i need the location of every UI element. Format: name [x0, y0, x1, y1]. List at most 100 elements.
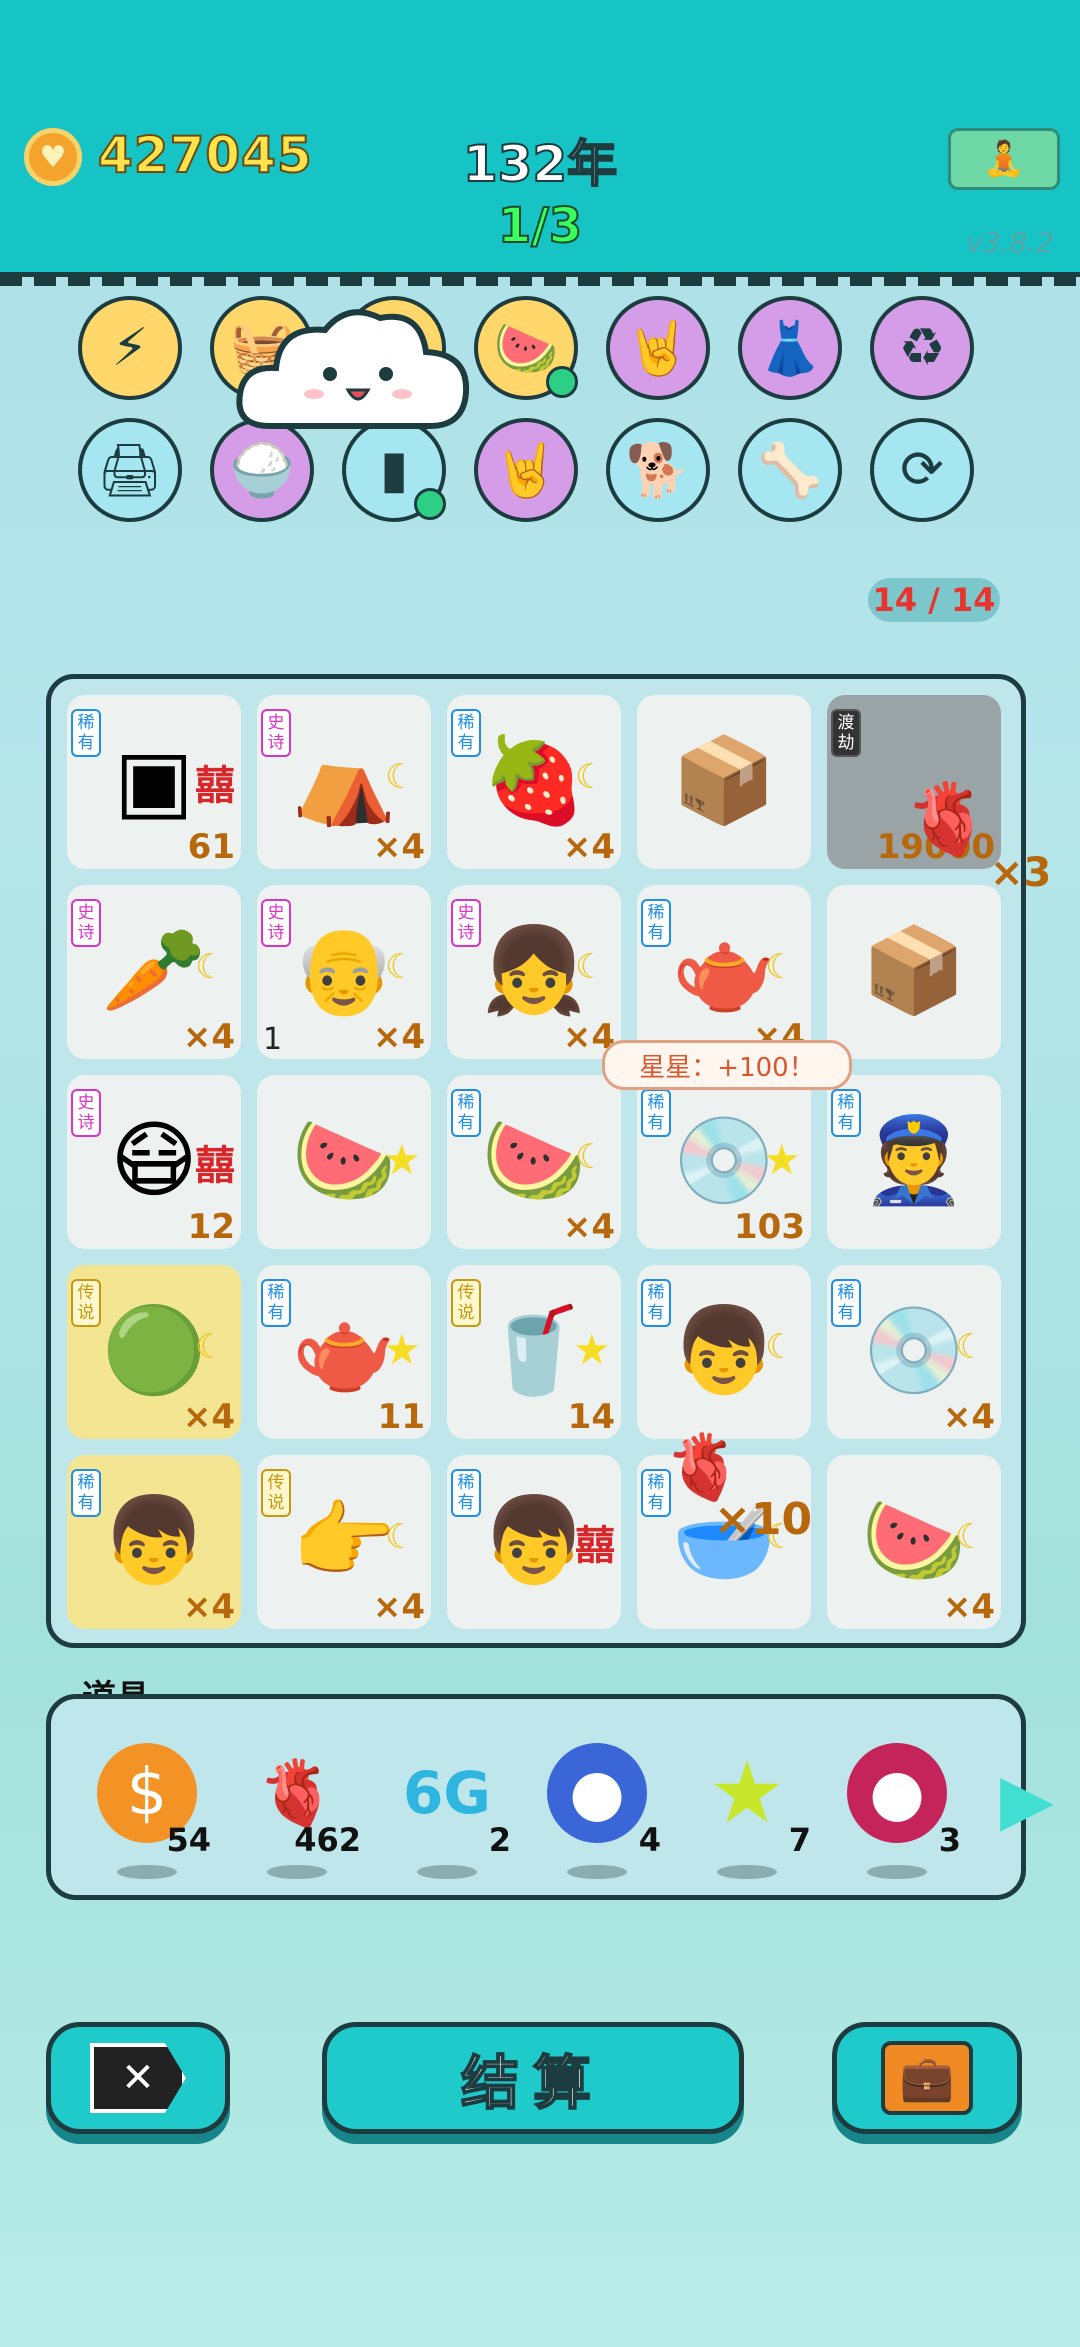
star-icon: ★	[383, 1325, 421, 1374]
board-cell[interactable]: 传说 🥤 ★ 14	[447, 1265, 621, 1439]
rock-hand-icon[interactable]: 🤘	[606, 296, 710, 400]
new-dot-icon	[546, 366, 578, 398]
item-quantity: ×4	[372, 827, 425, 867]
lightning-icon[interactable]: ⚡	[78, 296, 182, 400]
prop-item[interactable]: ★ 7	[687, 1743, 811, 1879]
board-cell[interactable]: 史诗 ⛺ ☾ ×4	[257, 695, 431, 869]
board-cell[interactable]: 史诗 😷 囍 12	[67, 1075, 241, 1249]
double-happiness-icon: 囍	[195, 1143, 235, 1189]
item-quantity: 14	[567, 1397, 615, 1437]
float-multiplier: ×10	[714, 1494, 813, 1545]
board-cell[interactable]: 稀有 💿 ☾ ×4	[827, 1265, 1001, 1439]
next-arrow-icon[interactable]: ▶	[1000, 1758, 1054, 1840]
prop-shadow	[267, 1865, 327, 1879]
slot-counter: 14 / 14	[868, 578, 1000, 622]
bag-button[interactable]: 💼	[832, 2022, 1022, 2134]
board-cell[interactable]: 稀有 🍉 ☾ ×4	[447, 1075, 621, 1249]
girl-icon: 👧	[481, 920, 587, 1019]
board-cell[interactable]: 史诗 👧 ☾ ×4	[447, 885, 621, 1059]
prop-count: 7	[788, 1821, 811, 1859]
double-happiness-icon: 囍	[195, 763, 235, 809]
item-quantity: ×4	[182, 1017, 235, 1057]
star-icon: ★	[763, 1135, 801, 1184]
teapot-icon: 🫖	[671, 920, 777, 1019]
board-cell[interactable]: 稀有 💿 ★ 103	[637, 1075, 811, 1249]
dog-bowl-icon[interactable]: 🦴	[738, 418, 842, 522]
prop-count: 462	[294, 1821, 361, 1859]
recycle-icon[interactable]: ♻	[870, 296, 974, 400]
new-dot-icon	[414, 488, 446, 520]
boy-icon: 👦	[671, 1300, 777, 1399]
board-cell[interactable]: 史诗 🥕 ☾ ×4	[67, 885, 241, 1059]
prop-item[interactable]: 6G 2	[387, 1743, 511, 1879]
box-icon: 📦	[671, 730, 777, 829]
board-cell[interactable]: 🍉 ★	[257, 1075, 431, 1249]
board-cell[interactable]: 稀有 🫖 ☾ ×4	[637, 885, 811, 1059]
board-cell[interactable]: 传说 🟢 ☾ ×4	[67, 1265, 241, 1439]
item-quantity: 11	[377, 1397, 425, 1437]
board-cell[interactable]: 稀有 👦 囍	[447, 1455, 621, 1629]
board-cell[interactable]: 📦	[827, 885, 1001, 1059]
float-multiplier: ×3	[990, 850, 1052, 896]
prop-count: 4	[638, 1821, 661, 1859]
rock-hand-icon[interactable]: 🤘	[474, 418, 578, 522]
clear-button[interactable]: ✕	[46, 2022, 230, 2134]
melon-icon: 🟢	[101, 1300, 207, 1399]
moon-icon: ☾	[955, 1517, 986, 1557]
boy-icon: 👦	[481, 1490, 587, 1589]
prop-shadow	[867, 1865, 927, 1879]
settle-button[interactable]: 结算	[322, 2022, 744, 2134]
prop-item[interactable]: ● 4	[537, 1743, 661, 1879]
prop-item[interactable]: ● 3	[837, 1743, 961, 1879]
watermelon-icon: 🍉	[481, 1110, 587, 1209]
prop-item[interactable]: 🫀 462	[237, 1743, 361, 1879]
star-icon: ★	[383, 1135, 421, 1184]
moon-icon: ☾	[575, 757, 606, 797]
top-bar: ♥ 427045 132年 1/3 🧘 v3.8.2	[0, 0, 1080, 286]
moon-icon: ☾	[575, 947, 606, 987]
board-cell[interactable]: 稀有 🫖 ★ 11	[257, 1265, 431, 1439]
prop-item[interactable]: $54	[87, 1743, 211, 1879]
carrot-icon: 🥕	[101, 920, 207, 1019]
prop-count: 2	[488, 1821, 511, 1859]
board-cell[interactable]: 史诗 👴 ☾ ×4 1	[257, 885, 431, 1059]
year-label: 132年	[462, 134, 618, 194]
liver-icon: 🫀	[904, 778, 992, 860]
meditation-button[interactable]: 🧘	[948, 128, 1060, 190]
item-quantity: 12	[187, 1207, 235, 1247]
board-cell[interactable]: 稀有 👮	[827, 1075, 1001, 1249]
skirt-icon[interactable]: 👗	[738, 296, 842, 400]
old-man-icon: 👴	[291, 920, 397, 1019]
board-cell[interactable]: 稀有 🍓 ☾ ×4	[447, 695, 621, 869]
printer-icon[interactable]: 🖨	[78, 418, 182, 522]
moon-icon: ☾	[195, 1327, 226, 1367]
item-quantity: ×4	[182, 1587, 235, 1627]
clear-icon: ✕	[90, 2043, 186, 2113]
item-quantity: ×4	[182, 1397, 235, 1437]
item-quantity: ×4	[372, 1587, 425, 1627]
item-quantity: 61	[187, 827, 235, 867]
briefcase-icon: 💼	[881, 2041, 973, 2115]
6g-icon: 6G	[403, 1759, 491, 1827]
board-cell[interactable]: 传说 👉 ☾ ×4	[257, 1455, 431, 1629]
dog-icon[interactable]: 🐕	[606, 418, 710, 522]
board-cell[interactable]: 稀有 👦 ☾	[637, 1265, 811, 1439]
prop-shadow	[567, 1865, 627, 1879]
board-cell[interactable]: 📦	[637, 695, 811, 869]
blueberry-icon: ●	[547, 1743, 647, 1843]
meditation-icon: 🧘	[982, 139, 1026, 179]
rabbit-tent-icon: ⛺	[291, 730, 397, 829]
item-level: 1	[263, 1022, 283, 1057]
board-cell[interactable]: 🍉 ☾ ×4	[827, 1455, 1001, 1629]
refresh-icon[interactable]: ⟳	[870, 418, 974, 522]
boy-face-icon: 👦	[101, 1490, 207, 1589]
prop-shadow	[717, 1865, 777, 1879]
moon-icon: ☾	[765, 1327, 796, 1367]
fruit-bowl-icon[interactable]: 🍉	[474, 296, 578, 400]
disc-icon: 💿	[861, 1300, 967, 1399]
box-icon: 📦	[861, 920, 967, 1019]
moon-icon: ☾	[575, 1137, 606, 1177]
board-cell[interactable]: 稀有 👦 ×4	[67, 1455, 241, 1629]
round-label: 1/3	[497, 197, 583, 255]
board-cell[interactable]: 稀有 ▣ 囍 61	[67, 695, 241, 869]
